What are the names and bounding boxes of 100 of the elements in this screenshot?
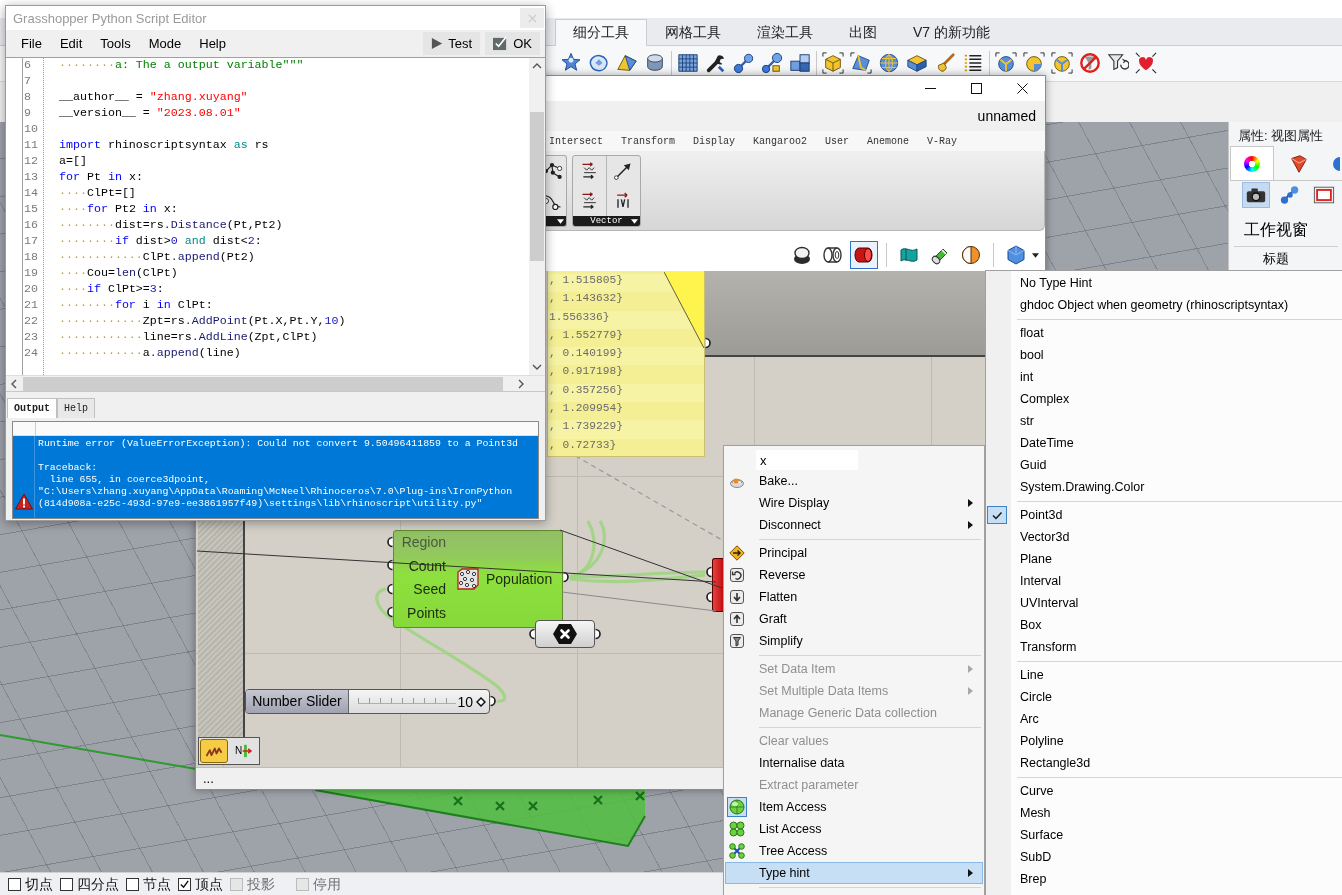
output-tab[interactable]: Help bbox=[57, 398, 96, 418]
menu-item[interactable]: Edit bbox=[50, 32, 92, 55]
number-slider[interactable]: Number Slider 10 bbox=[245, 689, 490, 714]
spheres-icon[interactable] bbox=[761, 51, 783, 74]
menu-item[interactable]: UVInterval bbox=[986, 592, 1342, 614]
menu-item[interactable]: int bbox=[986, 366, 1342, 388]
globe-icon[interactable] bbox=[878, 51, 900, 74]
error-component-node[interactable] bbox=[712, 558, 723, 612]
menu-item[interactable]: System.Drawing.Color bbox=[986, 476, 1342, 498]
caret-icon[interactable] bbox=[631, 219, 638, 224]
menu-item[interactable]: float bbox=[986, 322, 1342, 344]
menu-item[interactable]: Rectangle3d bbox=[986, 752, 1342, 774]
ribbon-tab[interactable]: Intersect bbox=[547, 131, 605, 151]
menu-item[interactable]: Wire Display bbox=[725, 492, 983, 514]
panel-tab[interactable] bbox=[1230, 146, 1274, 180]
caret-icon[interactable] bbox=[1032, 252, 1039, 258]
caret-icon[interactable] bbox=[557, 219, 564, 224]
sphere-icon[interactable] bbox=[1023, 51, 1045, 74]
menu-item[interactable]: Help bbox=[190, 32, 235, 55]
cylinder-icon[interactable] bbox=[850, 241, 878, 269]
chevron-left-icon[interactable] bbox=[10, 378, 18, 389]
grid-icon[interactable] bbox=[677, 51, 699, 74]
menu-item[interactable]: File bbox=[12, 32, 51, 55]
output-row[interactable] bbox=[13, 436, 538, 518]
menu-item[interactable]: SubD bbox=[986, 846, 1342, 868]
ribbon-tab[interactable]: 出图 bbox=[831, 19, 895, 46]
menu-item[interactable]: Flatten bbox=[725, 586, 983, 608]
menu-item[interactable]: List Access bbox=[725, 818, 983, 840]
scrollbar-thumb[interactable] bbox=[530, 112, 544, 261]
graph-icon[interactable] bbox=[546, 160, 563, 182]
menu-item[interactable]: Point3d bbox=[986, 504, 1342, 526]
input-port[interactable] bbox=[386, 559, 393, 572]
slider-thumb[interactable] bbox=[476, 696, 486, 707]
menu-item[interactable]: Disconnect bbox=[725, 514, 983, 536]
menu-item[interactable]: Principal bbox=[725, 542, 983, 564]
prohibited-icon[interactable] bbox=[1079, 51, 1101, 74]
input-port[interactable] bbox=[705, 591, 712, 603]
heart-icon[interactable] bbox=[1135, 51, 1157, 74]
ok-button[interactable]: OK bbox=[485, 32, 540, 55]
star-icon[interactable] bbox=[560, 51, 582, 74]
input-port[interactable] bbox=[528, 628, 535, 640]
menu-item[interactable]: Bake... bbox=[725, 470, 983, 492]
menu-item[interactable]: Polyline bbox=[986, 730, 1342, 752]
menu-item[interactable]: DateTime bbox=[986, 432, 1342, 454]
spheres-icon[interactable] bbox=[733, 51, 755, 74]
menu-item[interactable]: Circle bbox=[986, 686, 1342, 708]
menu-item[interactable]: Complex bbox=[986, 388, 1342, 410]
ribbon-tab[interactable]: Anemone bbox=[865, 131, 912, 151]
menu-item[interactable]: Plane bbox=[986, 548, 1342, 570]
ribbon-tab[interactable]: Kangaroo2 bbox=[751, 131, 810, 151]
menu-item[interactable]: Item Access bbox=[725, 796, 983, 818]
ribbon-tab[interactable]: 网格工具 bbox=[647, 19, 739, 46]
menu-item[interactable]: Brep bbox=[986, 868, 1342, 890]
ribbon-tab[interactable]: V-Ray bbox=[925, 131, 960, 151]
name-field[interactable]: x bbox=[756, 450, 858, 470]
menu-item[interactable]: Line bbox=[986, 664, 1342, 686]
wedge-icon[interactable] bbox=[850, 51, 872, 74]
menu-item[interactable]: Tools bbox=[91, 32, 140, 55]
menu-item[interactable]: Box bbox=[986, 614, 1342, 636]
menu-item[interactable]: Internalise data bbox=[725, 752, 983, 774]
checkbox[interactable] bbox=[178, 877, 191, 891]
input-port[interactable] bbox=[386, 606, 393, 619]
sphere-icon[interactable] bbox=[1051, 51, 1073, 74]
output-tab[interactable]: Output bbox=[7, 398, 57, 418]
sphere-icon[interactable] bbox=[995, 51, 1017, 74]
ribbon-tab[interactable]: 渲染工具 bbox=[739, 19, 831, 46]
output-port[interactable] bbox=[595, 628, 602, 640]
view-button[interactable] bbox=[1242, 182, 1270, 208]
menu-item[interactable]: ghdoc Object when geometry (rhinoscriptsyntax) bbox=[986, 294, 1342, 316]
menu-item[interactable]: Transform bbox=[986, 636, 1342, 658]
cylinder-icon[interactable] bbox=[644, 51, 666, 74]
menu-item[interactable]: No Type Hint bbox=[986, 272, 1342, 294]
menu-item[interactable]: Tree Access bbox=[725, 840, 983, 862]
menu-item[interactable]: Reverse bbox=[725, 564, 983, 586]
menu-item[interactable]: Interval bbox=[986, 570, 1342, 592]
ribbon-tab[interactable]: 细分工具 bbox=[555, 19, 647, 46]
ribbon-tab[interactable]: V7 的新功能 bbox=[895, 19, 1008, 46]
input-port[interactable] bbox=[705, 566, 712, 578]
menu-item[interactable]: Mode bbox=[139, 32, 191, 55]
menu-item[interactable]: Vector3d bbox=[986, 526, 1342, 548]
scrollbar-thumb[interactable] bbox=[23, 376, 503, 391]
menu-item[interactable]: Simplify bbox=[725, 630, 983, 652]
ribbon-tab[interactable]: Transform bbox=[619, 131, 678, 151]
ribbon-tab[interactable]: User bbox=[823, 131, 852, 151]
input-port[interactable] bbox=[386, 535, 393, 548]
chevron-up-icon[interactable] bbox=[532, 62, 542, 70]
checkbox[interactable] bbox=[8, 877, 21, 891]
menu-item[interactable]: str bbox=[986, 410, 1342, 432]
output-port[interactable] bbox=[705, 337, 712, 349]
run-button[interactable]: Test bbox=[423, 32, 481, 55]
menu-item[interactable]: Mesh bbox=[986, 802, 1342, 824]
data-panel[interactable]: , 1.515805} , 1.143632} 1.556336} , 1.552779} , 0.140199} , 0.917198} , 0.357256} , 1.209954} , 1.739229} , 0.72733} bbox=[547, 271, 705, 457]
canvas-toggle-button[interactable] bbox=[200, 739, 228, 763]
document-tab[interactable]: unnamed bbox=[977, 108, 1036, 124]
code-area[interactable] bbox=[6, 57, 545, 375]
menu-item[interactable]: Arc bbox=[986, 708, 1342, 730]
menu-item[interactable]: Curve bbox=[986, 780, 1342, 802]
cube-icon[interactable] bbox=[822, 51, 844, 74]
input-port[interactable] bbox=[386, 582, 393, 595]
cubes-icon[interactable] bbox=[789, 51, 811, 74]
